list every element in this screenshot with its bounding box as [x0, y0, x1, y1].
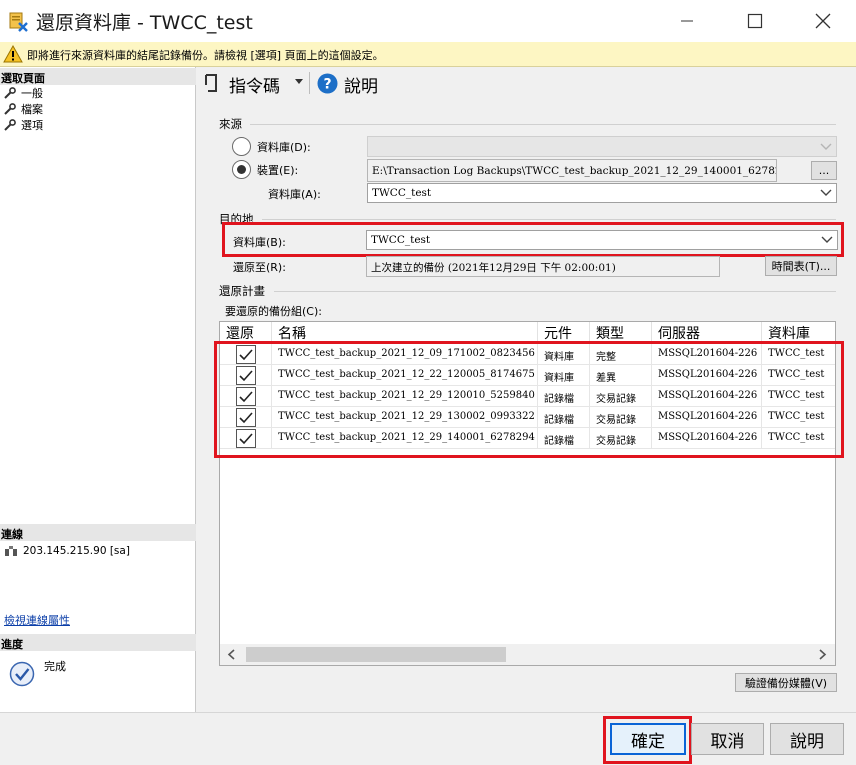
chevron-down-icon[interactable]	[294, 78, 304, 86]
horizontal-scrollbar[interactable]	[220, 644, 835, 665]
timeline-button[interactable]: 時間表(T)...	[765, 256, 837, 276]
restore-to-field: 上次建立的備份 (2021年12月29日 下午 02:00:01)	[366, 256, 720, 277]
connection-header: 連線	[0, 524, 196, 541]
warning-text: 即將進行來源資料庫的結尾記錄備份。請檢視 [選項] 頁面上的這個設定。	[27, 49, 384, 62]
source-divider	[250, 124, 836, 125]
chevron-right-icon[interactable]	[818, 649, 828, 660]
scrollbar-thumb[interactable]	[246, 647, 506, 662]
device-radio[interactable]	[232, 160, 251, 179]
close-icon	[815, 13, 831, 29]
connection-icon	[5, 546, 17, 556]
cancel-button[interactable]: 取消	[691, 723, 764, 755]
connection-info: 203.145.215.90 [sa]	[4, 544, 130, 557]
chevron-down-icon	[820, 143, 832, 150]
left-pane: 選取頁面 一般 檔案 選項 連線 203.145.215.90 [sa] 檢視連…	[0, 67, 196, 712]
wrench-icon	[4, 87, 16, 99]
column-header-component[interactable]: 元件	[538, 322, 590, 343]
source-database-label: 資料庫(A):	[268, 188, 321, 201]
ok-button[interactable]: 確定	[610, 723, 686, 755]
destination-database-dropdown[interactable]: TWCC_test	[366, 230, 838, 250]
restore-to-label: 還原至(R):	[233, 261, 286, 274]
chevron-down-icon	[820, 189, 832, 196]
window-title: 還原資料庫 - TWCC_test	[36, 12, 253, 34]
view-connection-properties-link[interactable]: 檢視連線屬性	[4, 612, 70, 628]
source-database-value: TWCC_test	[372, 187, 432, 199]
page-item-general[interactable]: 一般	[4, 85, 43, 101]
help-button[interactable]: 說明	[770, 723, 844, 755]
column-header-server[interactable]: 伺服器	[652, 322, 762, 343]
progress-header: 進度	[0, 634, 196, 651]
verify-backup-media-button[interactable]: 驗證備份媒體(V)	[735, 673, 837, 692]
database-radio[interactable]	[232, 137, 251, 156]
help-toolbar-button[interactable]: 說明	[344, 72, 378, 97]
source-database-dropdown[interactable]: TWCC_test	[367, 183, 837, 203]
page-item-label: 一般	[21, 87, 43, 100]
column-header-database[interactable]: 資料庫	[762, 322, 835, 343]
script-icon	[205, 74, 217, 92]
svg-text:?: ?	[323, 77, 331, 93]
close-button[interactable]	[800, 0, 846, 42]
device-radio-label: 裝置(E):	[257, 164, 299, 177]
page-item-files[interactable]: 檔案	[4, 101, 43, 117]
page-item-label: 選項	[21, 119, 43, 132]
restore-plan-group-label: 還原計畫	[219, 284, 265, 298]
toolbar-separator	[309, 72, 310, 94]
checkmark-circle-icon	[9, 661, 35, 687]
connection-text: 203.145.215.90 [sa]	[23, 544, 130, 557]
progress-status: 完成	[44, 660, 66, 673]
restore-database-icon	[9, 12, 28, 32]
page-item-label: 檔案	[21, 103, 43, 116]
chevron-left-icon[interactable]	[226, 649, 236, 660]
column-header-name[interactable]: 名稱	[272, 322, 538, 343]
backup-rows-highlight	[214, 341, 844, 458]
backup-sets-label: 要還原的備份組(C):	[225, 305, 322, 318]
help-icon: ?	[317, 73, 338, 94]
select-page-header: 選取頁面	[0, 68, 196, 85]
page-item-options[interactable]: 選項	[4, 117, 43, 133]
source-group-label: 來源	[219, 117, 242, 131]
maximize-button[interactable]	[732, 0, 778, 42]
warning-bar: 即將進行來源資料庫的結尾記錄備份。請檢視 [選項] 頁面上的這個設定。	[0, 42, 856, 67]
destination-database-value: TWCC_test	[371, 234, 431, 246]
minimize-icon	[681, 20, 693, 22]
database-radio-label: 資料庫(D):	[257, 141, 311, 154]
title-bar: 還原資料庫 - TWCC_test	[0, 0, 856, 42]
browse-button[interactable]: ...	[811, 161, 837, 180]
destination-database-label: 資料庫(B):	[233, 236, 286, 249]
wrench-icon	[4, 119, 16, 131]
destination-divider	[262, 219, 836, 220]
column-header-type[interactable]: 類型	[590, 322, 652, 343]
column-header-restore[interactable]: 還原	[220, 322, 272, 343]
maximize-icon	[747, 13, 763, 29]
chevron-down-icon	[821, 236, 833, 243]
wrench-icon	[4, 103, 16, 115]
source-database-select[interactable]	[367, 136, 837, 157]
warning-icon	[3, 45, 23, 63]
device-path-field[interactable]: E:\Transaction Log Backups\TWCC_test_bac…	[367, 159, 777, 182]
restore-plan-divider	[274, 291, 836, 292]
minimize-button[interactable]	[664, 0, 710, 42]
script-button[interactable]: 指令碼	[229, 72, 280, 97]
